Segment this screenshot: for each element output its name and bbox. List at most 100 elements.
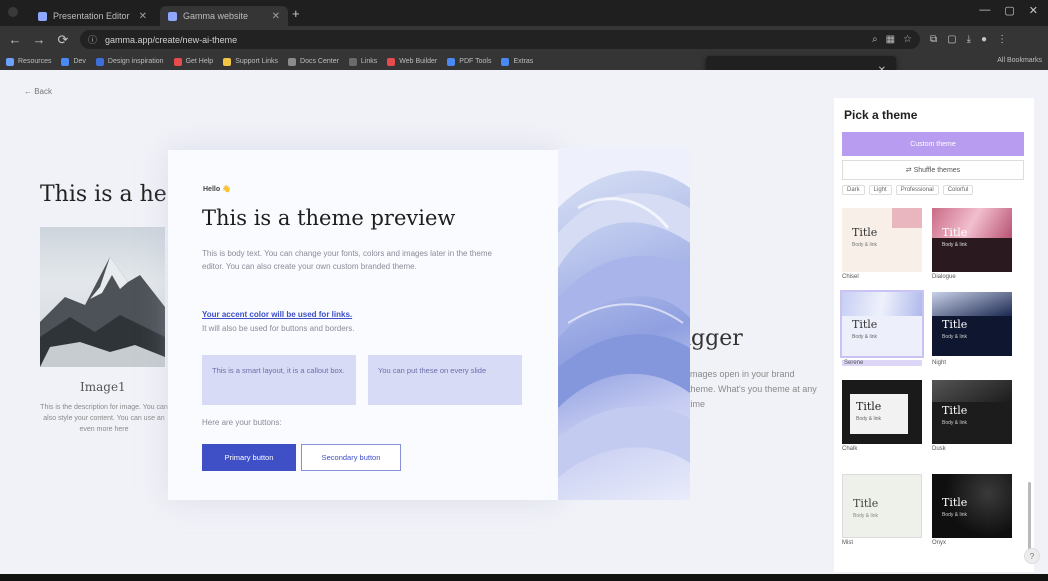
filter-chip[interactable]: Professional: [895, 185, 939, 195]
wave-illustration: [558, 148, 690, 478]
bookmark-item[interactable]: Docs Center: [288, 57, 339, 66]
tab-favicon-icon: [38, 11, 47, 21]
theme-tile-onyx[interactable]: Title Body & link: [932, 474, 1012, 538]
tile-decoration: [932, 380, 1012, 402]
back-icon[interactable]: ←: [8, 32, 22, 47]
image-caption: Image1: [80, 380, 126, 394]
browser-tab[interactable]: Presentation Editor ✕: [30, 6, 155, 26]
tile-decoration: [892, 208, 922, 228]
theme-tile-chalk[interactable]: Title Body & link: [842, 380, 922, 444]
tile-subtitle: Body & link: [852, 334, 878, 340]
browser-toolbar: ← → ⟳ ⓘ gamma.app/create/new-ai-theme ⌕ …: [0, 26, 1048, 53]
browser-tab-bar: Presentation Editor ✕ Gamma website ✕ + …: [0, 0, 1048, 26]
tile-subtitle: Body & link: [852, 242, 878, 248]
close-window-icon[interactable]: ✕: [1029, 4, 1038, 17]
url-text[interactable]: gamma.app/create/new-ai-theme: [105, 35, 864, 45]
theme-name: Onyx: [932, 540, 947, 546]
theme-tile-dialogue[interactable]: Title Body & link: [932, 208, 1012, 272]
callout-box: You can put these on every slide: [368, 355, 522, 405]
tab-close-icon[interactable]: ✕: [139, 11, 147, 22]
filter-chip[interactable]: Dark: [842, 185, 865, 195]
tile-subtitle: Body & link: [942, 420, 968, 426]
address-bar[interactable]: ⓘ gamma.app/create/new-ai-theme ⌕ ▦ ☆: [80, 30, 920, 49]
bookmark-icon: [61, 57, 70, 66]
tile-subtitle: Body & link: [856, 416, 882, 422]
custom-theme-button[interactable]: Custom theme: [842, 132, 1024, 156]
bookmark-icon: [387, 57, 396, 66]
theme-name: Chisel: [842, 274, 859, 280]
star-icon[interactable]: ☆: [903, 34, 912, 45]
tile-title: Title: [942, 404, 968, 417]
reload-icon[interactable]: ⟳: [56, 32, 70, 48]
wave-image: [558, 148, 690, 500]
sidebar-icon[interactable]: ▢: [947, 34, 956, 45]
help-button[interactable]: ?: [1024, 548, 1040, 564]
bookmark-item[interactable]: Dev: [61, 57, 86, 66]
theme-name: Serene: [842, 360, 922, 366]
theme-tile-mist[interactable]: Title Body & link: [842, 474, 922, 538]
menu-icon[interactable]: ⋮: [997, 34, 1007, 45]
accent-link-note: It will also be used for buttons and bor…: [202, 324, 355, 333]
tab-favicon-icon: [168, 11, 177, 21]
image-description: This is the description for image. You c…: [40, 404, 168, 433]
search-icon[interactable]: ⌕: [872, 34, 878, 45]
extension-icon[interactable]: ▦: [886, 34, 895, 45]
bookmark-item[interactable]: Extras: [501, 57, 533, 66]
all-bookmarks-folder[interactable]: All Bookmarks: [997, 57, 1042, 64]
theme-name: Dialogue: [932, 274, 956, 280]
theme-name: Mist: [842, 540, 853, 546]
bookmark-item[interactable]: Web Builder: [387, 57, 437, 66]
shuffle-themes-button[interactable]: ⇄ Shuffle themes: [842, 160, 1024, 180]
window-menu-icon[interactable]: [8, 7, 18, 17]
bookmark-item[interactable]: PDF Tools: [447, 57, 491, 66]
maximize-icon[interactable]: ▢: [1004, 4, 1014, 17]
bottom-letterbox: [0, 574, 1048, 581]
bookmark-icon: [6, 57, 14, 66]
theme-tile-chisel[interactable]: Title Body & link: [842, 208, 922, 272]
bookmark-icon: [95, 57, 104, 66]
tile-title: Title: [853, 497, 879, 510]
theme-tile-night[interactable]: Title Body & link: [932, 292, 1012, 356]
bookmark-icon: [447, 57, 456, 66]
bookmark-item[interactable]: Design inspiration: [95, 57, 164, 66]
window-controls: — ▢ ✕: [979, 4, 1038, 17]
tile-title: Title: [942, 226, 968, 239]
tile-decoration: [932, 292, 1012, 316]
bookmark-item[interactable]: Links: [348, 57, 377, 66]
profile-icon[interactable]: ●: [981, 34, 987, 45]
bookmark-item[interactable]: Support Links: [223, 57, 278, 66]
tab-close-icon[interactable]: ✕: [272, 11, 280, 22]
filter-chip[interactable]: Light: [868, 185, 892, 195]
bookmark-item[interactable]: Resources: [6, 57, 51, 66]
tile-subtitle: Body & link: [942, 334, 968, 340]
page-content: ← Back This is a he Image1 This is the d…: [0, 70, 1048, 574]
secondary-button[interactable]: Secondary button: [301, 444, 401, 471]
tile-subtitle: Body & link: [853, 513, 879, 519]
background-heading-2: igger: [684, 326, 743, 351]
theme-filters: Dark Light Professional Colorful: [842, 185, 974, 195]
minimize-icon[interactable]: —: [979, 4, 990, 17]
bookmark-item[interactable]: Get Help: [173, 57, 213, 66]
theme-tile-dusk[interactable]: Title Body & link: [932, 380, 1012, 444]
tile-title: Title: [942, 318, 968, 331]
mountain-image: [40, 227, 165, 367]
picker-scrollbar[interactable]: [1028, 482, 1031, 552]
tile-title: Title: [852, 226, 878, 239]
theme-name: Chalk: [842, 446, 858, 452]
tab-title: Gamma website: [183, 11, 249, 21]
accent-link[interactable]: Your accent color will be used for links…: [202, 310, 352, 319]
back-link[interactable]: ← Back: [24, 87, 52, 96]
filter-chip[interactable]: Colorful: [942, 185, 974, 195]
forward-icon[interactable]: →: [32, 32, 46, 47]
tile-subtitle: Body & link: [942, 512, 968, 518]
bookmark-icon: [348, 57, 357, 66]
tile-decoration: [842, 292, 922, 316]
primary-button[interactable]: Primary button: [202, 444, 296, 471]
theme-tile-serene-selected[interactable]: Title Body & link: [840, 290, 924, 358]
bookmark-icon: [173, 57, 182, 66]
download-icon[interactable]: ⤓: [967, 34, 971, 45]
puzzle-icon[interactable]: ⧉: [930, 34, 937, 45]
browser-tab-active[interactable]: Gamma website ✕: [160, 6, 288, 26]
site-info-icon[interactable]: ⓘ: [88, 33, 97, 46]
new-tab-button[interactable]: +: [292, 7, 300, 20]
